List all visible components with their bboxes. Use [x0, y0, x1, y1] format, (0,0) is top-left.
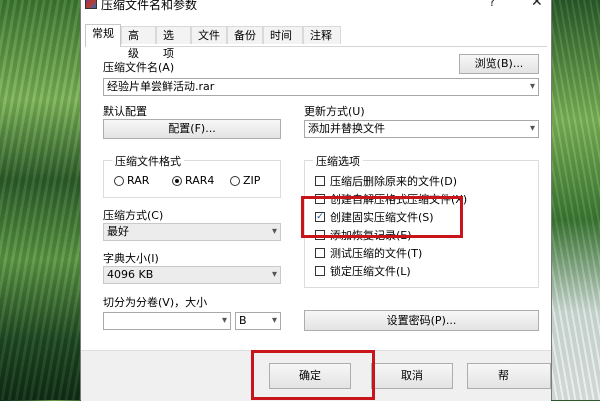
radio-rar4[interactable]: RAR4	[172, 174, 214, 187]
dictionary-size-label: 字典大小(I)	[103, 252, 159, 265]
archive-dialog: 压缩文件名和参数 ? ✕ 常规 高级 选项 文件 备份 时间 注释 压缩文件名(…	[80, 0, 552, 401]
split-volume-unit-select[interactable]: B ▾	[235, 312, 281, 330]
tab-advanced[interactable]: 高级	[121, 26, 156, 60]
radio-rar4-label: RAR4	[185, 174, 215, 187]
window-title: 压缩文件名和参数	[101, 0, 198, 12]
archive-format-group: 压缩文件格式 RAR RAR4 ZIP	[103, 153, 281, 198]
tab-comment[interactable]: 注释	[303, 26, 341, 44]
update-method-value: 添加并替换文件	[308, 122, 385, 135]
tab-options[interactable]: 选项	[156, 26, 191, 60]
checkbox-delete-after[interactable]: 压缩后删除原来的文件(D)	[315, 173, 457, 189]
update-method-label: 更新方式(U)	[304, 105, 365, 118]
archive-name-value: 经验片单尝鲜活动.rar	[107, 80, 215, 93]
cancel-button[interactable]: 取消	[371, 363, 453, 389]
config-button[interactable]: 配置(F)...	[103, 119, 281, 139]
set-password-button[interactable]: 设置密码(P)...	[304, 310, 539, 331]
radio-zip[interactable]: ZIP	[230, 174, 260, 187]
split-volume-label: 切分为分卷(V)，大小	[103, 296, 208, 309]
radio-rar-label: RAR	[127, 174, 150, 187]
desktop-background-right	[550, 0, 600, 400]
help-icon[interactable]: ?	[489, 0, 495, 9]
winrar-app-icon	[85, 0, 97, 9]
checkbox-box[interactable]	[315, 266, 325, 276]
chevron-down-icon[interactable]: ▾	[272, 267, 277, 283]
help-button[interactable]: 帮	[467, 363, 551, 389]
chevron-down-icon[interactable]: ▾	[222, 313, 227, 329]
radio-zip-label: ZIP	[243, 174, 261, 187]
dictionary-size-select[interactable]: 4096 KB ▾	[103, 266, 281, 284]
highlight-box-ok	[251, 350, 375, 400]
tab-backup[interactable]: 备份	[227, 26, 263, 44]
chevron-down-icon[interactable]: ▾	[272, 224, 277, 240]
chevron-down-icon[interactable]: ▾	[530, 79, 535, 95]
default-config-label: 默认配置	[103, 105, 147, 118]
title-bar: 压缩文件名和参数 ? ✕	[81, 0, 551, 14]
archive-format-title: 压缩文件格式	[112, 153, 184, 169]
desktop-background-left	[0, 0, 80, 400]
tab-bar: 常规 高级 选项 文件 备份 时间 注释	[85, 24, 547, 60]
tab-general[interactable]: 常规	[85, 24, 121, 47]
checkbox-label: 锁定压缩文件(L)	[330, 265, 411, 278]
compression-method-label: 压缩方式(C)	[103, 209, 164, 222]
radio-rar[interactable]: RAR	[114, 174, 149, 187]
checkbox-box[interactable]	[315, 176, 325, 186]
radio-button[interactable]	[114, 175, 124, 186]
archive-name-field[interactable]: 经验片单尝鲜活动.rar ▾	[103, 78, 539, 96]
radio-button[interactable]	[172, 175, 182, 186]
update-method-select[interactable]: 添加并替换文件 ▾	[304, 120, 539, 138]
archive-name-label: 压缩文件名(A)	[103, 61, 175, 74]
checkbox-label: 测试压缩的文件(T)	[330, 247, 423, 260]
chevron-down-icon[interactable]: ▾	[272, 313, 277, 329]
browse-button[interactable]: 浏览(B)...	[459, 54, 539, 74]
compression-options-title: 压缩选项	[313, 153, 363, 169]
tab-files[interactable]: 文件	[191, 26, 227, 44]
highlight-box-solid-archive	[301, 196, 463, 238]
checkbox-test-files[interactable]: 测试压缩的文件(T)	[315, 245, 422, 261]
checkbox-lock-archive[interactable]: 锁定压缩文件(L)	[315, 263, 411, 279]
split-volume-unit: B	[239, 314, 247, 327]
compression-method-select[interactable]: 最好 ▾	[103, 223, 281, 241]
checkbox-label: 压缩后删除原来的文件(D)	[330, 175, 458, 188]
split-volume-size-field[interactable]: ▾	[103, 312, 231, 330]
checkbox-box[interactable]	[315, 248, 325, 258]
radio-button[interactable]	[230, 175, 240, 186]
tab-time[interactable]: 时间	[263, 26, 303, 44]
dictionary-size-value: 4096 KB	[107, 268, 154, 281]
chevron-down-icon[interactable]: ▾	[530, 121, 535, 137]
close-icon[interactable]: ✕	[531, 0, 543, 10]
compression-method-value: 最好	[107, 225, 129, 238]
